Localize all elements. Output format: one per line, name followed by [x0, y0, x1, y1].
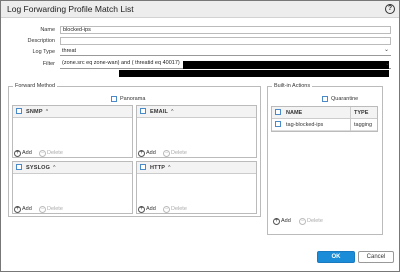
- chevron-down-icon: ⌄: [383, 47, 389, 53]
- minus-icon: −: [39, 206, 46, 213]
- syslog-table-header: SYSLOG ^: [13, 162, 132, 174]
- dialog-title: Log Forwarding Profile Match List: [7, 4, 134, 14]
- dialog-titlebar: Log Forwarding Profile Match List ?: [1, 1, 399, 18]
- table-row[interactable]: tag-blocked-ips tagging: [272, 119, 377, 131]
- column-type-header[interactable]: TYPE: [354, 110, 368, 116]
- http-add-button[interactable]: + Add: [138, 206, 156, 213]
- minus-icon: −: [163, 150, 170, 157]
- syslog-add-button[interactable]: + Add: [14, 206, 32, 213]
- name-label: Name: [40, 27, 55, 33]
- builtin-actions-title: Built-in Actions: [272, 83, 313, 89]
- sort-icon: ^: [168, 165, 171, 171]
- description-label: Description: [27, 38, 55, 44]
- builtin-actions-table: NAME TYPE tag-blocked-ips tagging: [271, 106, 378, 132]
- http-select-all-checkbox[interactable]: [140, 164, 146, 170]
- description-input[interactable]: [60, 37, 391, 45]
- plus-icon: +: [273, 218, 280, 225]
- help-icon[interactable]: ?: [385, 4, 395, 14]
- cancel-button[interactable]: Cancel: [358, 251, 394, 263]
- sort-icon: ^: [53, 165, 56, 171]
- builtin-select-all-checkbox[interactable]: [275, 109, 281, 115]
- snmp-table-header: SNMP ^: [13, 106, 132, 118]
- quarantine-checkbox[interactable]: [322, 96, 328, 102]
- plus-icon: +: [138, 206, 145, 213]
- minus-icon: −: [299, 218, 306, 225]
- action-type: tagging: [354, 122, 373, 128]
- action-name[interactable]: tag-blocked-ips: [286, 122, 323, 128]
- snmp-header[interactable]: SNMP ^: [26, 109, 48, 115]
- sort-icon: ^: [171, 109, 174, 115]
- builtin-actions-header: NAME TYPE: [272, 107, 377, 119]
- plus-icon: +: [14, 206, 21, 213]
- snmp-select-all-checkbox[interactable]: [16, 108, 22, 114]
- column-divider: [350, 119, 351, 131]
- plus-icon: +: [138, 150, 145, 157]
- http-delete-button[interactable]: − Delete: [163, 206, 187, 213]
- log-type-value: threat: [62, 48, 77, 54]
- http-table-header: HTTP ^: [137, 162, 256, 174]
- log-type-select[interactable]: threat ⌄: [60, 47, 391, 56]
- ok-button[interactable]: OK: [317, 251, 355, 263]
- column-divider: [350, 107, 351, 119]
- forward-method-title: Forward Method: [13, 83, 58, 89]
- column-name-header[interactable]: NAME: [286, 110, 302, 116]
- panorama-label: Panorama: [120, 96, 146, 102]
- snmp-delete-button[interactable]: − Delete: [39, 150, 63, 157]
- log-type-label: Log Type: [32, 49, 55, 55]
- email-add-button[interactable]: + Add: [138, 150, 156, 157]
- snmp-add-button[interactable]: + Add: [14, 150, 32, 157]
- name-input[interactable]: blocked-ips: [60, 26, 391, 34]
- minus-icon: −: [39, 150, 46, 157]
- filter-value: (zone.src eq zone-wan) and ( threatid eq…: [62, 60, 180, 66]
- quarantine-label: Quarantine: [331, 96, 359, 102]
- plus-icon: +: [14, 150, 21, 157]
- http-header[interactable]: HTTP ^: [150, 165, 171, 171]
- minus-icon: −: [163, 206, 170, 213]
- redaction-bar: [183, 61, 389, 69]
- log-forwarding-dialog: Log Forwarding Profile Match List ? Name…: [0, 0, 400, 272]
- email-table-header: EMAIL ^: [137, 106, 256, 118]
- sort-icon: ^: [45, 109, 49, 115]
- chevron-down-icon: ⌄: [385, 61, 391, 67]
- email-select-all-checkbox[interactable]: [140, 108, 146, 114]
- syslog-select-all-checkbox[interactable]: [16, 164, 22, 170]
- row-checkbox[interactable]: [275, 121, 281, 127]
- filter-label: Filter: [42, 61, 55, 67]
- syslog-delete-button[interactable]: − Delete: [39, 206, 63, 213]
- email-delete-button[interactable]: − Delete: [163, 150, 187, 157]
- syslog-header[interactable]: SYSLOG ^: [26, 165, 56, 171]
- builtin-add-button[interactable]: + Add: [273, 218, 291, 225]
- redaction-bar: [119, 70, 389, 77]
- email-header[interactable]: EMAIL ^: [150, 109, 174, 115]
- builtin-delete-button[interactable]: − Delete: [299, 218, 323, 225]
- panorama-checkbox[interactable]: [111, 96, 117, 102]
